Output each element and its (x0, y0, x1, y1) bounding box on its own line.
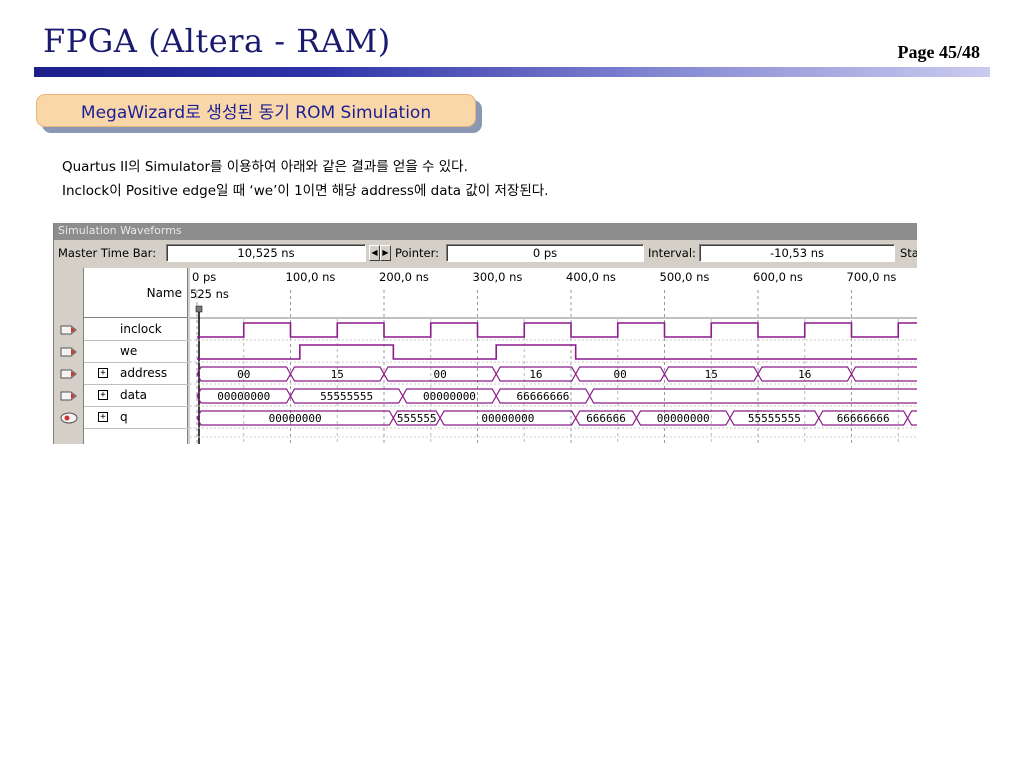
time-tick-label: 200,0 ns (379, 270, 429, 284)
signal-name-label: we (120, 344, 138, 358)
signal-row-we[interactable]: we (84, 341, 188, 363)
time-tick-label: 300,0 ns (473, 270, 523, 284)
bus-value-label: 16 (529, 368, 542, 381)
interval-field[interactable]: -10,53 ns (699, 244, 895, 262)
bus-value-label: 15 (705, 368, 718, 381)
time-cursor-handle (195, 305, 203, 313)
master-time-label: Master Time Bar: (58, 246, 157, 260)
prev-arrow-icon[interactable]: ◀ (369, 245, 380, 261)
bus-value-label: 555555 (397, 412, 437, 425)
expand-plus-icon[interactable]: + (98, 390, 108, 400)
signal-row-inclock[interactable]: inclock (84, 319, 188, 341)
signal-name-label: address (120, 366, 168, 380)
input-pin-icon (60, 390, 78, 402)
pointer-label: Pointer: (395, 246, 440, 260)
time-tick-label: 600,0 ns (753, 270, 803, 284)
title-underline-bar (34, 67, 990, 77)
signal-row-data[interactable]: + data (84, 385, 188, 407)
expand-plus-icon[interactable]: + (98, 368, 108, 378)
cursor-time-label: 525 ns (190, 287, 229, 301)
interval-label: Interval: (648, 246, 696, 260)
bus-value-label: 00000000 (423, 390, 476, 403)
bus-segment-q (906, 410, 917, 426)
input-pin-icon (60, 324, 78, 336)
name-column-header: Name (84, 268, 188, 318)
pin-column (54, 268, 84, 444)
input-pin-icon (60, 346, 78, 358)
bus-value-label: 00 (237, 368, 250, 381)
time-tick-label: 500,0 ns (660, 270, 710, 284)
waveform-grid: Name inclock we + address + data + q 0 ps 100,0 … (54, 268, 917, 444)
bus-value-label: 666666 (586, 412, 626, 425)
signal-name-label: inclock (120, 322, 162, 336)
bus-value-label: 66666666 (516, 390, 569, 403)
signal-row-q[interactable]: + q (84, 407, 188, 429)
signal-name-label: data (120, 388, 148, 402)
waveform-area[interactable]: 0 ps 100,0 ns 200,0 ns 300,0 ns 400,0 ns 500,… (190, 268, 917, 444)
time-tick-label: 100,0 ns (286, 270, 336, 284)
signal-row-address[interactable]: + address (84, 363, 188, 385)
signal-name-column: Name inclock we + address + data + q (84, 268, 188, 444)
bus-value-label: 00000000 (217, 390, 270, 403)
page-number: Page 45/48 (897, 42, 981, 62)
bus-value-label: 66666666 (837, 412, 890, 425)
section-heading: MegaWizard로 생성된 동기 ROM Simulation (36, 94, 476, 127)
time-tick-label: 0 ps (192, 270, 216, 284)
bus-value-label: 00 (613, 368, 626, 381)
time-toolbar: Master Time Bar: 10,525 ns ◀ ▶ Pointer: … (54, 240, 917, 266)
start-label: Sta (900, 246, 917, 260)
output-pin-icon (60, 412, 78, 424)
simulation-waveforms-window: Simulation Waveforms Master Time Bar: 10… (53, 223, 917, 444)
bus-value-label: 16 (798, 368, 811, 381)
bus-value-label: 00000000 (481, 412, 534, 425)
body-line-1: Quartus II의 Simulator를 이용하여 아래와 같은 결과를 얻… (62, 159, 468, 175)
window-titlebar: Simulation Waveforms (54, 223, 917, 240)
bus-value-label: 00000000 (657, 412, 710, 425)
bus-value-label: 00 (433, 368, 446, 381)
section-heading-text: MegaWizard로 생성된 동기 ROM Simulation (80, 103, 432, 123)
input-pin-icon (60, 368, 78, 380)
signal-name-label: q (120, 410, 128, 424)
bus-value-label: 00000000 (269, 412, 322, 425)
bus-value-label: 55555555 (320, 390, 373, 403)
slide-title: FPGA (Altera - RAM) (43, 22, 391, 60)
time-tick-label: 700,0 ns (847, 270, 897, 284)
master-time-field[interactable]: 10,525 ns (166, 244, 366, 262)
bus-segment-data (589, 388, 917, 404)
waveform-we (197, 344, 917, 360)
next-arrow-icon[interactable]: ▶ (380, 245, 391, 261)
bus-segment-address (850, 366, 917, 382)
pointer-field[interactable]: 0 ps (446, 244, 644, 262)
time-nav-buttons: ◀ ▶ (369, 245, 391, 261)
time-tick-label: 400,0 ns (566, 270, 616, 284)
waveform-inclock (197, 322, 917, 338)
expand-plus-icon[interactable]: + (98, 412, 108, 422)
waveform-svg: 0 ps 100,0 ns 200,0 ns 300,0 ns 400,0 ns 500,… (190, 270, 917, 444)
body-line-2: Inclock이 Positive edge일 때 ‘we’이 1이면 해당 a… (62, 183, 549, 199)
bus-value-label: 55555555 (748, 412, 801, 425)
bus-value-label: 15 (331, 368, 344, 381)
